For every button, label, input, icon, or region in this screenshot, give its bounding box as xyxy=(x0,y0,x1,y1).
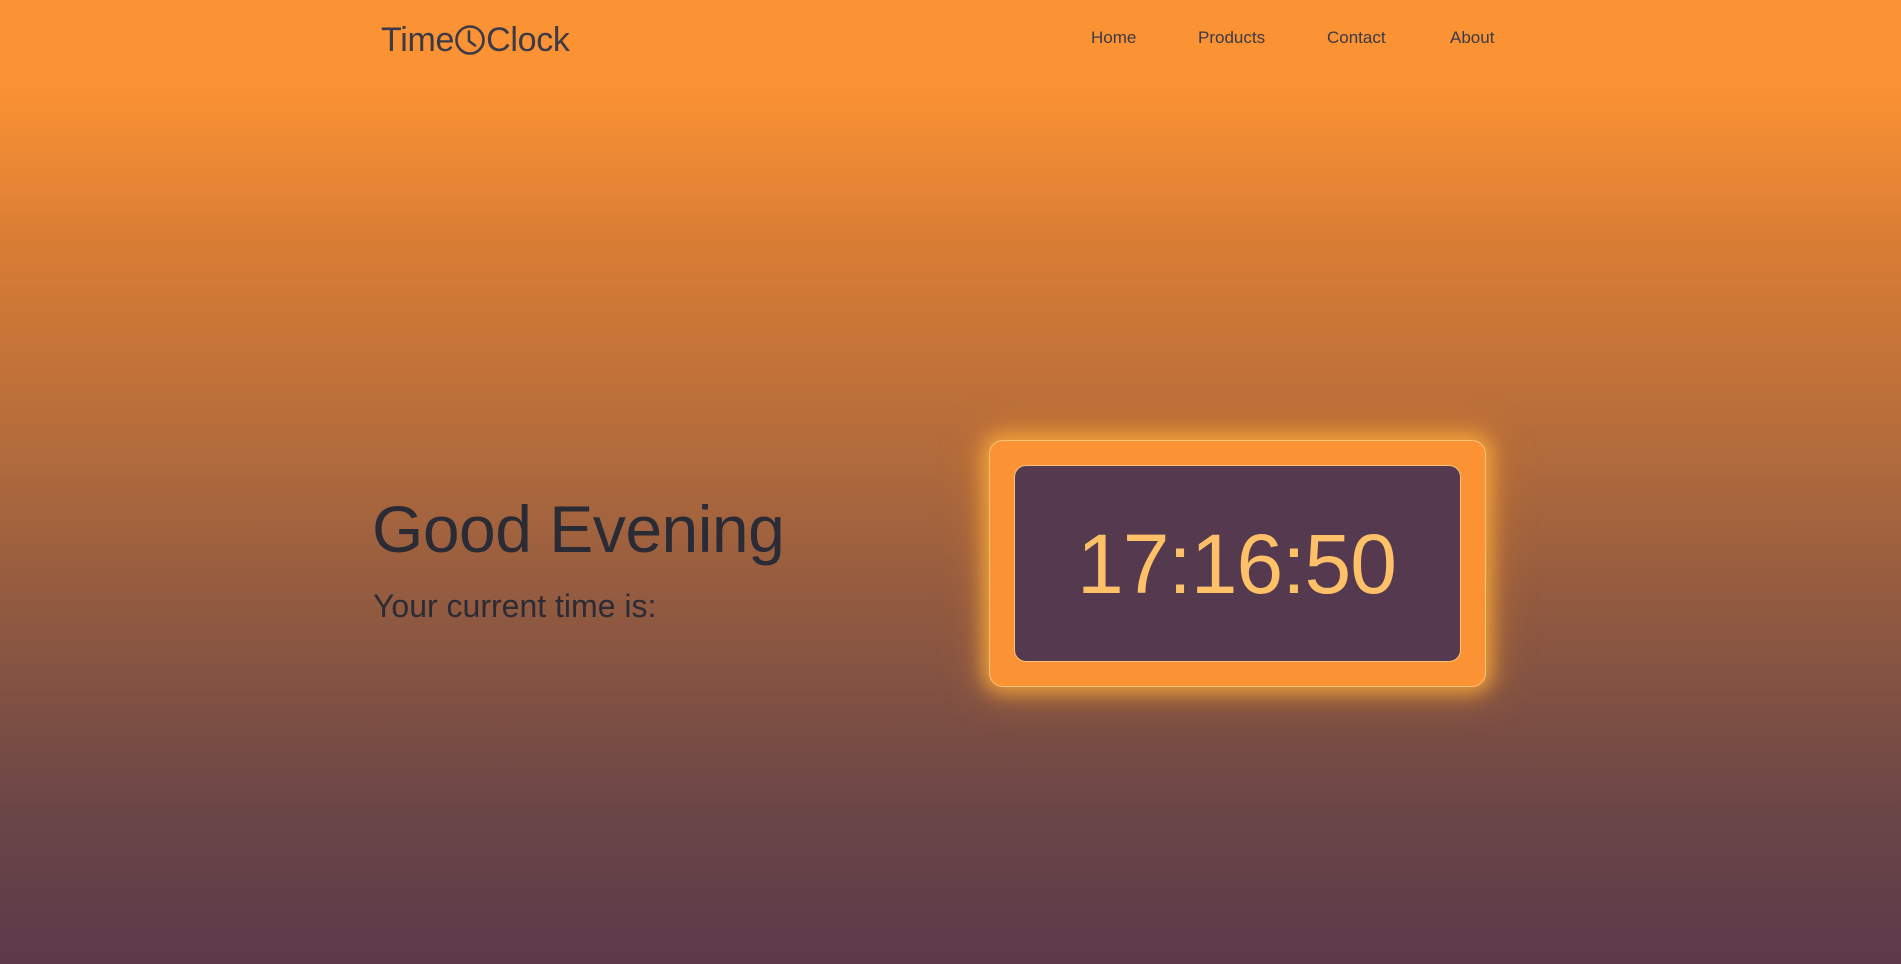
greeting-heading: Good Evening xyxy=(372,492,785,566)
nav-home-link[interactable]: Home xyxy=(1091,28,1136,48)
nav-about-link[interactable]: About xyxy=(1450,28,1494,48)
main-nav: Home Products Contact About xyxy=(0,28,1901,52)
current-time-subtitle: Your current time is: xyxy=(373,588,657,624)
clock-screen: 17:16:50 xyxy=(1014,465,1461,662)
nav-products-link[interactable]: Products xyxy=(1198,28,1265,48)
nav-contact-link[interactable]: Contact xyxy=(1327,28,1386,48)
site-header: Time Clock Home Products Contact About xyxy=(0,0,1901,80)
clock-frame: 17:16:50 xyxy=(989,440,1486,687)
clock-time-display: 17:16:50 xyxy=(1077,516,1397,611)
